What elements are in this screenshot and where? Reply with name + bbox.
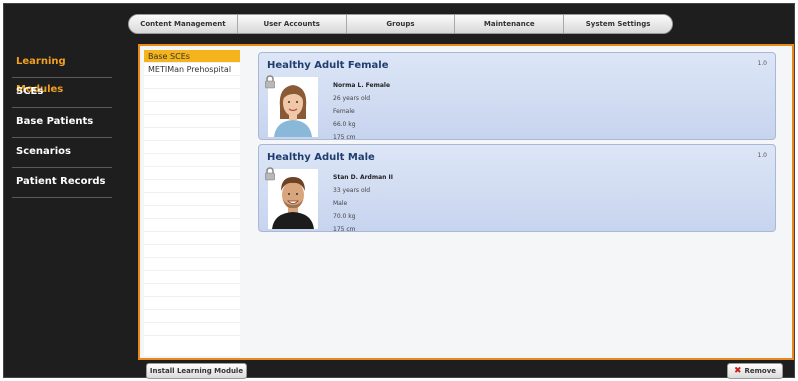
lock-icon [265,75,275,89]
patient-card[interactable]: Healthy Adult Male 1.0 Stan D. Ardman II… [258,144,776,233]
list-divider [144,128,240,141]
list-divider [144,180,240,193]
patient-card-title: Healthy Adult Female [267,60,389,71]
sidebar-item-base-patients[interactable]: Base Patients [12,108,112,138]
list-divider [144,102,240,115]
tab-user-accounts[interactable]: User Accounts [237,15,347,33]
patient-info: Stan D. Ardman II 33 years old Male 70.0… [333,171,393,236]
patient-weight: 70.0 kg [333,213,356,220]
patient-info: Norma L. Female 26 years old Female 66.0… [333,79,390,144]
tab-groups[interactable]: Groups [346,15,456,33]
version-label: 1.0 [757,152,767,159]
list-divider [144,154,240,167]
list-item-metiman-prehospital[interactable]: METIMan Prehospital [144,63,240,76]
list-divider [144,310,240,323]
sidebar-item-patient-records[interactable]: Patient Records [12,168,112,198]
remove-button[interactable]: ✖ Remove [727,363,783,379]
version-label: 1.0 [757,60,767,67]
top-nav-bar: Content Management User Accounts Groups … [128,14,673,34]
remove-button-label: Remove [744,367,777,375]
main-panel: Base SCEs METIMan Prehospital Healthy Ad… [138,44,794,360]
patient-card-title: Healthy Adult Male [267,152,375,163]
sidebar: Learning Modules SCEs Base Patients Scen… [12,48,112,198]
list-divider [144,167,240,180]
patient-weight: 66.0 kg [333,121,356,128]
list-divider [144,284,240,297]
list-divider [144,219,240,232]
sidebar-item-scenarios[interactable]: Scenarios [12,138,112,168]
list-divider [144,323,240,336]
patient-height: 175 cm [333,134,356,141]
list-divider [144,76,240,89]
sidebar-item-learning-modules[interactable]: Learning Modules [12,48,112,95]
patient-age: 26 years old [333,95,371,102]
patient-card-list: Healthy Adult Female 1.0 Norma L. Female… [258,52,776,236]
tab-maintenance[interactable]: Maintenance [455,15,565,33]
patient-sex: Male [333,200,348,207]
list-divider [144,297,240,310]
list-divider [144,193,240,206]
install-learning-module-button[interactable]: Install Learning Module [146,363,247,379]
list-divider [144,245,240,258]
patient-sex: Female [333,108,355,115]
list-divider [144,115,240,128]
patient-name: Norma L. Female [333,82,391,89]
patient-age: 33 years old [333,187,371,194]
tab-system-settings[interactable]: System Settings [564,15,672,33]
list-divider [144,271,240,284]
list-divider [144,206,240,219]
list-item-base-sces[interactable]: Base SCEs [144,50,240,63]
patient-name: Stan D. Ardman II [333,174,393,181]
list-divider [144,258,240,271]
list-divider [144,141,240,154]
list-divider [144,232,240,245]
patient-card[interactable]: Healthy Adult Female 1.0 Norma L. Female… [258,52,776,141]
list-divider [144,89,240,102]
patient-height: 175 cm [333,226,356,233]
lock-icon [265,167,275,181]
app-window: Content Management User Accounts Groups … [3,3,795,378]
tab-content-management[interactable]: Content Management [129,15,238,33]
remove-x-icon: ✖ [733,366,742,376]
module-list: Base SCEs METIMan Prehospital [144,50,240,356]
